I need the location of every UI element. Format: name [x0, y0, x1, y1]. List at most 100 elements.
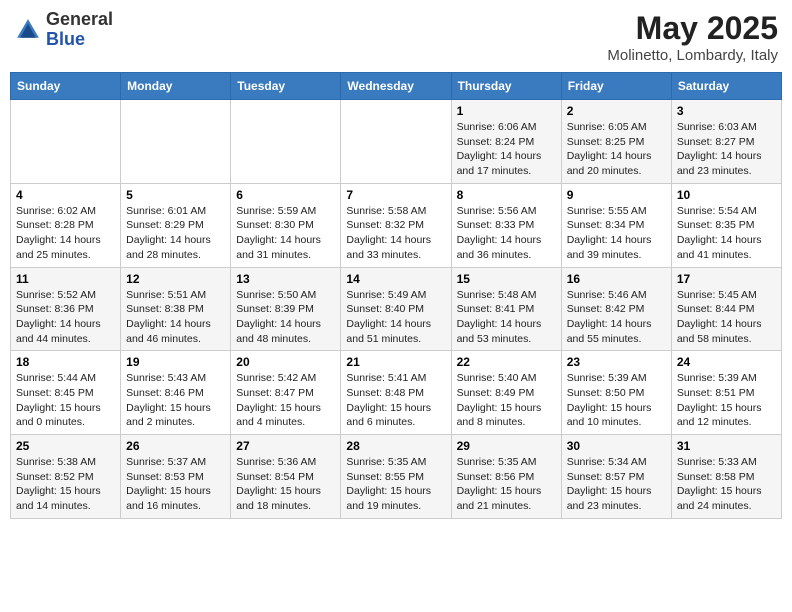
day-info: Sunrise: 5:35 AMSunset: 8:55 PMDaylight:…	[346, 455, 445, 514]
day-number: 22	[457, 355, 556, 369]
day-cell: 17 Sunrise: 5:45 AMSunset: 8:44 PMDayligh…	[671, 267, 781, 351]
day-cell: 25 Sunrise: 5:38 AMSunset: 8:52 PMDayligh…	[11, 435, 121, 519]
day-cell: 20Sunrise: 5:42 AMSunset: 8:47 PMDayligh…	[231, 351, 341, 435]
day-cell: 13 Sunrise: 5:50 AMSunset: 8:39 PMDayligh…	[231, 267, 341, 351]
day-info: Sunrise: 5:39 AMSunset: 8:50 PMDaylight:…	[567, 371, 666, 430]
subtitle: Molinetto, Lombardy, Italy	[607, 47, 778, 64]
day-number: 1	[457, 104, 556, 118]
week-row-3: 11 Sunrise: 5:52 AMSunset: 8:36 PMDayligh…	[11, 267, 782, 351]
day-cell: 15 Sunrise: 5:48 AMSunset: 8:41 PMDayligh…	[451, 267, 561, 351]
day-cell: 12Sunrise: 5:51 AMSunset: 8:38 PMDayligh…	[121, 267, 231, 351]
day-cell: 30 Sunrise: 5:34 AMSunset: 8:57 PMDayligh…	[561, 435, 671, 519]
page-header: General Blue May 2025 Molinetto, Lombard…	[10, 10, 782, 64]
day-number: 29	[457, 439, 556, 453]
day-cell: 29 Sunrise: 5:35 AMSunset: 8:56 PMDayligh…	[451, 435, 561, 519]
day-cell: 5 Sunrise: 6:01 AMSunset: 8:29 PMDaylight…	[121, 183, 231, 267]
day-info: Sunrise: 6:05 AMSunset: 8:25 PMDaylight:…	[567, 120, 666, 179]
day-cell: 1 Sunrise: 6:06 AMSunset: 8:24 PMDaylight…	[451, 100, 561, 184]
day-info: Sunrise: 5:44 AMSunset: 8:45 PMDaylight:…	[16, 371, 115, 430]
day-number: 23	[567, 355, 666, 369]
title-block: May 2025 Molinetto, Lombardy, Italy	[607, 10, 778, 64]
header-cell-saturday: Saturday	[671, 73, 781, 100]
day-cell: 18Sunrise: 5:44 AMSunset: 8:45 PMDayligh…	[11, 351, 121, 435]
day-info: Sunrise: 5:35 AMSunset: 8:56 PMDaylight:…	[457, 455, 556, 514]
day-number: 15	[457, 272, 556, 286]
day-number: 17	[677, 272, 776, 286]
logo-text: General Blue	[46, 10, 113, 50]
day-number: 2	[567, 104, 666, 118]
day-info: Sunrise: 5:34 AMSunset: 8:57 PMDaylight:…	[567, 455, 666, 514]
day-info: Sunrise: 5:52 AMSunset: 8:36 PMDaylight:…	[16, 288, 115, 347]
day-cell: 14 Sunrise: 5:49 AMSunset: 8:40 PMDayligh…	[341, 267, 451, 351]
logo-blue: Blue	[46, 29, 85, 49]
day-cell: 10Sunrise: 5:54 AMSunset: 8:35 PMDayligh…	[671, 183, 781, 267]
day-info: Sunrise: 5:36 AMSunset: 8:54 PMDaylight:…	[236, 455, 335, 514]
day-info: Sunrise: 5:49 AMSunset: 8:40 PMDaylight:…	[346, 288, 445, 347]
header-row: SundayMondayTuesdayWednesdayThursdayFrid…	[11, 73, 782, 100]
day-cell: 27Sunrise: 5:36 AMSunset: 8:54 PMDayligh…	[231, 435, 341, 519]
day-cell: 11 Sunrise: 5:52 AMSunset: 8:36 PMDayligh…	[11, 267, 121, 351]
day-cell: 3 Sunrise: 6:03 AMSunset: 8:27 PMDaylight…	[671, 100, 781, 184]
day-number: 12	[126, 272, 225, 286]
logo-general: General	[46, 9, 113, 29]
header-cell-sunday: Sunday	[11, 73, 121, 100]
header-cell-monday: Monday	[121, 73, 231, 100]
day-info: Sunrise: 6:03 AMSunset: 8:27 PMDaylight:…	[677, 120, 776, 179]
day-number: 4	[16, 188, 115, 202]
week-row-1: 1 Sunrise: 6:06 AMSunset: 8:24 PMDaylight…	[11, 100, 782, 184]
day-cell: 4 Sunrise: 6:02 AMSunset: 8:28 PMDaylight…	[11, 183, 121, 267]
day-info: Sunrise: 5:58 AMSunset: 8:32 PMDaylight:…	[346, 204, 445, 263]
day-number: 30	[567, 439, 666, 453]
day-number: 13	[236, 272, 335, 286]
main-title: May 2025	[607, 10, 778, 47]
day-number: 8	[457, 188, 556, 202]
logo-icon	[14, 16, 42, 44]
day-number: 11	[16, 272, 115, 286]
day-cell: 31Sunrise: 5:33 AMSunset: 8:58 PMDayligh…	[671, 435, 781, 519]
day-info: Sunrise: 5:59 AMSunset: 8:30 PMDaylight:…	[236, 204, 335, 263]
day-number: 3	[677, 104, 776, 118]
day-number: 19	[126, 355, 225, 369]
day-cell	[341, 100, 451, 184]
day-info: Sunrise: 5:55 AMSunset: 8:34 PMDaylight:…	[567, 204, 666, 263]
day-info: Sunrise: 5:33 AMSunset: 8:58 PMDaylight:…	[677, 455, 776, 514]
day-cell: 21 Sunrise: 5:41 AMSunset: 8:48 PMDayligh…	[341, 351, 451, 435]
calendar-table: SundayMondayTuesdayWednesdayThursdayFrid…	[10, 72, 782, 519]
day-cell: 19 Sunrise: 5:43 AMSunset: 8:46 PMDayligh…	[121, 351, 231, 435]
day-info: Sunrise: 5:38 AMSunset: 8:52 PMDaylight:…	[16, 455, 115, 514]
day-info: Sunrise: 6:01 AMSunset: 8:29 PMDaylight:…	[126, 204, 225, 263]
day-number: 14	[346, 272, 445, 286]
day-cell: 2 Sunrise: 6:05 AMSunset: 8:25 PMDaylight…	[561, 100, 671, 184]
day-number: 24	[677, 355, 776, 369]
day-info: Sunrise: 5:50 AMSunset: 8:39 PMDaylight:…	[236, 288, 335, 347]
day-info: Sunrise: 5:43 AMSunset: 8:46 PMDaylight:…	[126, 371, 225, 430]
day-info: Sunrise: 6:02 AMSunset: 8:28 PMDaylight:…	[16, 204, 115, 263]
day-cell: 8Sunrise: 5:56 AMSunset: 8:33 PMDaylight…	[451, 183, 561, 267]
day-number: 9	[567, 188, 666, 202]
day-cell	[121, 100, 231, 184]
day-number: 6	[236, 188, 335, 202]
day-info: Sunrise: 5:42 AMSunset: 8:47 PMDaylight:…	[236, 371, 335, 430]
day-info: Sunrise: 5:39 AMSunset: 8:51 PMDaylight:…	[677, 371, 776, 430]
day-cell: 28 Sunrise: 5:35 AMSunset: 8:55 PMDayligh…	[341, 435, 451, 519]
day-info: Sunrise: 5:48 AMSunset: 8:41 PMDaylight:…	[457, 288, 556, 347]
day-cell: 22 Sunrise: 5:40 AMSunset: 8:49 PMDayligh…	[451, 351, 561, 435]
day-cell: 16Sunrise: 5:46 AMSunset: 8:42 PMDayligh…	[561, 267, 671, 351]
day-cell	[231, 100, 341, 184]
day-cell: 7 Sunrise: 5:58 AMSunset: 8:32 PMDaylight…	[341, 183, 451, 267]
week-row-2: 4 Sunrise: 6:02 AMSunset: 8:28 PMDaylight…	[11, 183, 782, 267]
day-info: Sunrise: 5:45 AMSunset: 8:44 PMDaylight:…	[677, 288, 776, 347]
day-number: 5	[126, 188, 225, 202]
day-number: 28	[346, 439, 445, 453]
calendar-header: SundayMondayTuesdayWednesdayThursdayFrid…	[11, 73, 782, 100]
week-row-5: 25 Sunrise: 5:38 AMSunset: 8:52 PMDayligh…	[11, 435, 782, 519]
day-number: 25	[16, 439, 115, 453]
day-info: Sunrise: 6:06 AMSunset: 8:24 PMDaylight:…	[457, 120, 556, 179]
day-number: 7	[346, 188, 445, 202]
day-info: Sunrise: 5:40 AMSunset: 8:49 PMDaylight:…	[457, 371, 556, 430]
day-info: Sunrise: 5:54 AMSunset: 8:35 PMDaylight:…	[677, 204, 776, 263]
day-cell: 6 Sunrise: 5:59 AMSunset: 8:30 PMDaylight…	[231, 183, 341, 267]
day-number: 21	[346, 355, 445, 369]
day-info: Sunrise: 5:41 AMSunset: 8:48 PMDaylight:…	[346, 371, 445, 430]
header-cell-wednesday: Wednesday	[341, 73, 451, 100]
